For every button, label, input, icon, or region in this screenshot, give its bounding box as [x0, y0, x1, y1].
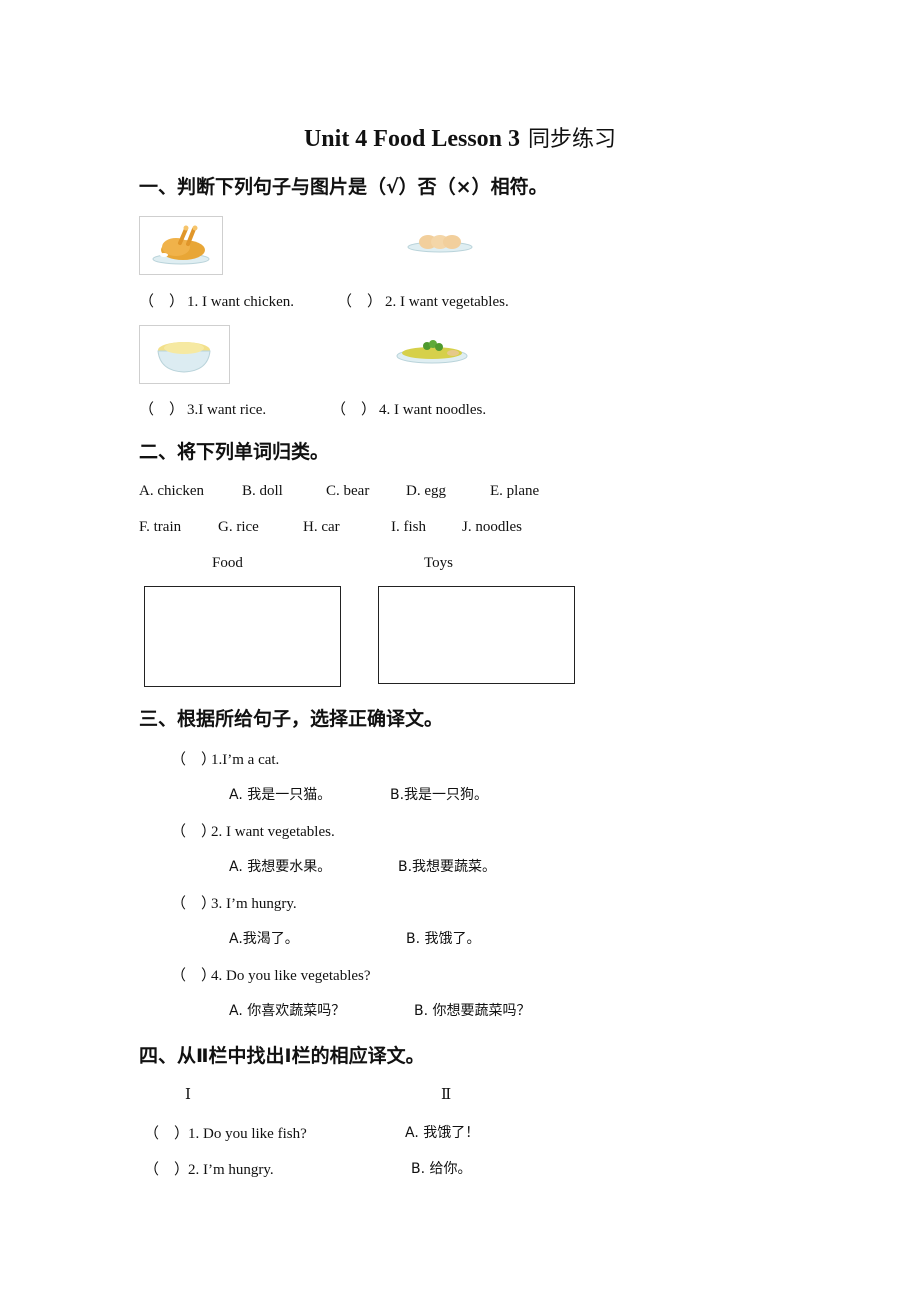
s3-q3-option-b: B. 我饿了。 — [406, 928, 481, 948]
question-text: 1.I’m a cat. — [211, 752, 280, 768]
word-option: J. noodles — [462, 519, 522, 535]
s1-item-4: （ ） 4. I want noodles. — [331, 398, 486, 419]
s3-q1-option-b: B.我是一只狗。 — [390, 784, 488, 804]
sentence-text: 4. I want noodles. — [379, 402, 487, 418]
option-a: A. 我是一只猫。 — [229, 787, 332, 803]
sentence-text: 2. I want vegetables. — [385, 294, 509, 310]
s3-question-2: （ ）2. I want vegetables. — [171, 820, 335, 841]
column-2-text: A. 我饿了！ — [405, 1125, 480, 1141]
section1-heading: 一、判断下列句子与图片是（√）否（×）相符。 — [139, 176, 548, 198]
option-b: B.我想要蔬菜。 — [398, 859, 497, 875]
answer-blank[interactable]: （ ） — [139, 398, 187, 419]
column-1-label: Ⅰ — [185, 1087, 191, 1103]
question-text: 4. Do you like vegetables? — [211, 968, 371, 984]
s4-row-1: （ ）1. Do you like fish? — [144, 1122, 307, 1143]
option-a: A. 我想要水果。 — [229, 859, 332, 875]
answer-blank[interactable]: （ ） — [144, 1122, 189, 1143]
sentence-text: 3.I want rice. — [187, 402, 267, 418]
option-b: B. 我饿了。 — [406, 931, 481, 947]
s3-q2-option-b: B.我想要蔬菜。 — [398, 856, 496, 876]
s3-question-1: （ ）1.I’m a cat. — [171, 748, 279, 769]
column-2-text: B. 给你。 — [411, 1161, 472, 1177]
answer-blank[interactable]: （ ） — [171, 820, 216, 841]
word-option: F. train — [139, 519, 182, 535]
s3-q4-option-b: B. 你想要蔬菜吗？ — [414, 1000, 531, 1020]
column-1-text: 1. Do you like fish? — [188, 1126, 307, 1142]
category-label-toys: Toys — [424, 555, 453, 571]
section2-heading: 二、将下列单词归类。 — [139, 441, 330, 463]
toys-answer-box[interactable] — [378, 586, 575, 684]
s3-q3-option-a: A.我渴了。 — [229, 928, 299, 948]
answer-blank[interactable]: （ ） — [171, 748, 216, 769]
sentence-text: 1. I want chicken. — [187, 294, 295, 310]
eggs-on-plate-icon — [407, 235, 473, 253]
word-option: E. plane — [490, 483, 540, 499]
s1-item-3: （ ） 3.I want rice. — [139, 398, 266, 419]
answer-blank[interactable]: （ ） — [171, 964, 216, 985]
noodles-image — [395, 336, 470, 368]
option-a: A. 你喜欢蔬菜吗？ — [229, 1003, 346, 1019]
column-1-text: 2. I’m hungry. — [188, 1162, 274, 1178]
s4-row-1-answer: A. 我饿了！ — [405, 1122, 479, 1142]
option-a: A.我渴了。 — [229, 931, 299, 947]
word-option: C. bear — [326, 483, 370, 499]
category-label-food: Food — [212, 555, 243, 571]
s3-question-4: （ ）4. Do you like vegetables? — [171, 964, 371, 985]
s1-item-2: （ ） 2. I want vegetables. — [337, 290, 509, 311]
question-text: 3. I’m hungry. — [211, 896, 297, 912]
s3-question-3: （ ）3. I’m hungry. — [171, 892, 297, 913]
s3-q2-option-a: A. 我想要水果。 — [229, 856, 331, 876]
option-b: B. 你想要蔬菜吗？ — [414, 1003, 531, 1019]
s1-item-1: （ ） 1. I want chicken. — [139, 290, 294, 311]
answer-blank[interactable]: （ ） — [171, 892, 216, 913]
roast-chicken-icon — [152, 225, 210, 265]
s4-row-2: （ ）2. I’m hungry. — [144, 1158, 274, 1179]
title-chinese: 同步练习 — [528, 127, 617, 152]
word-option: D. egg — [406, 483, 446, 499]
section3-heading: 三、根据所给句子，选择正确译文。 — [139, 708, 444, 730]
s4-row-2-answer: B. 给你。 — [411, 1158, 472, 1178]
s3-q1-option-a: A. 我是一只猫。 — [229, 784, 331, 804]
answer-blank[interactable]: （ ） — [139, 290, 187, 311]
rice-bowl-icon — [157, 342, 211, 373]
page-title: Unit 4 Food Lesson 3 同步练习 — [0, 121, 920, 153]
section4-heading: 四、从Ⅱ栏中找出Ⅰ栏的相应译文。 — [139, 1045, 425, 1067]
word-option: I. fish — [391, 519, 426, 535]
word-option: H. car — [303, 519, 340, 535]
answer-blank[interactable]: （ ） — [337, 290, 385, 311]
column-2-label: Ⅱ — [441, 1087, 452, 1103]
food-answer-box[interactable] — [144, 586, 341, 687]
chicken-image — [139, 216, 223, 275]
noodles-plate-icon — [396, 340, 468, 364]
eggs-image — [405, 230, 475, 256]
rice-image — [139, 325, 230, 384]
word-option: G. rice — [218, 519, 259, 535]
option-b: B.我是一只狗。 — [390, 787, 489, 803]
title-english: Unit 4 Food Lesson 3 — [303, 126, 521, 152]
word-option: B. doll — [242, 483, 283, 499]
answer-blank[interactable]: （ ） — [331, 398, 379, 419]
word-option: A. chicken — [139, 483, 204, 499]
s3-q4-option-a: A. 你喜欢蔬菜吗？ — [229, 1000, 345, 1020]
answer-blank[interactable]: （ ） — [144, 1158, 189, 1179]
question-text: 2. I want vegetables. — [211, 824, 335, 840]
